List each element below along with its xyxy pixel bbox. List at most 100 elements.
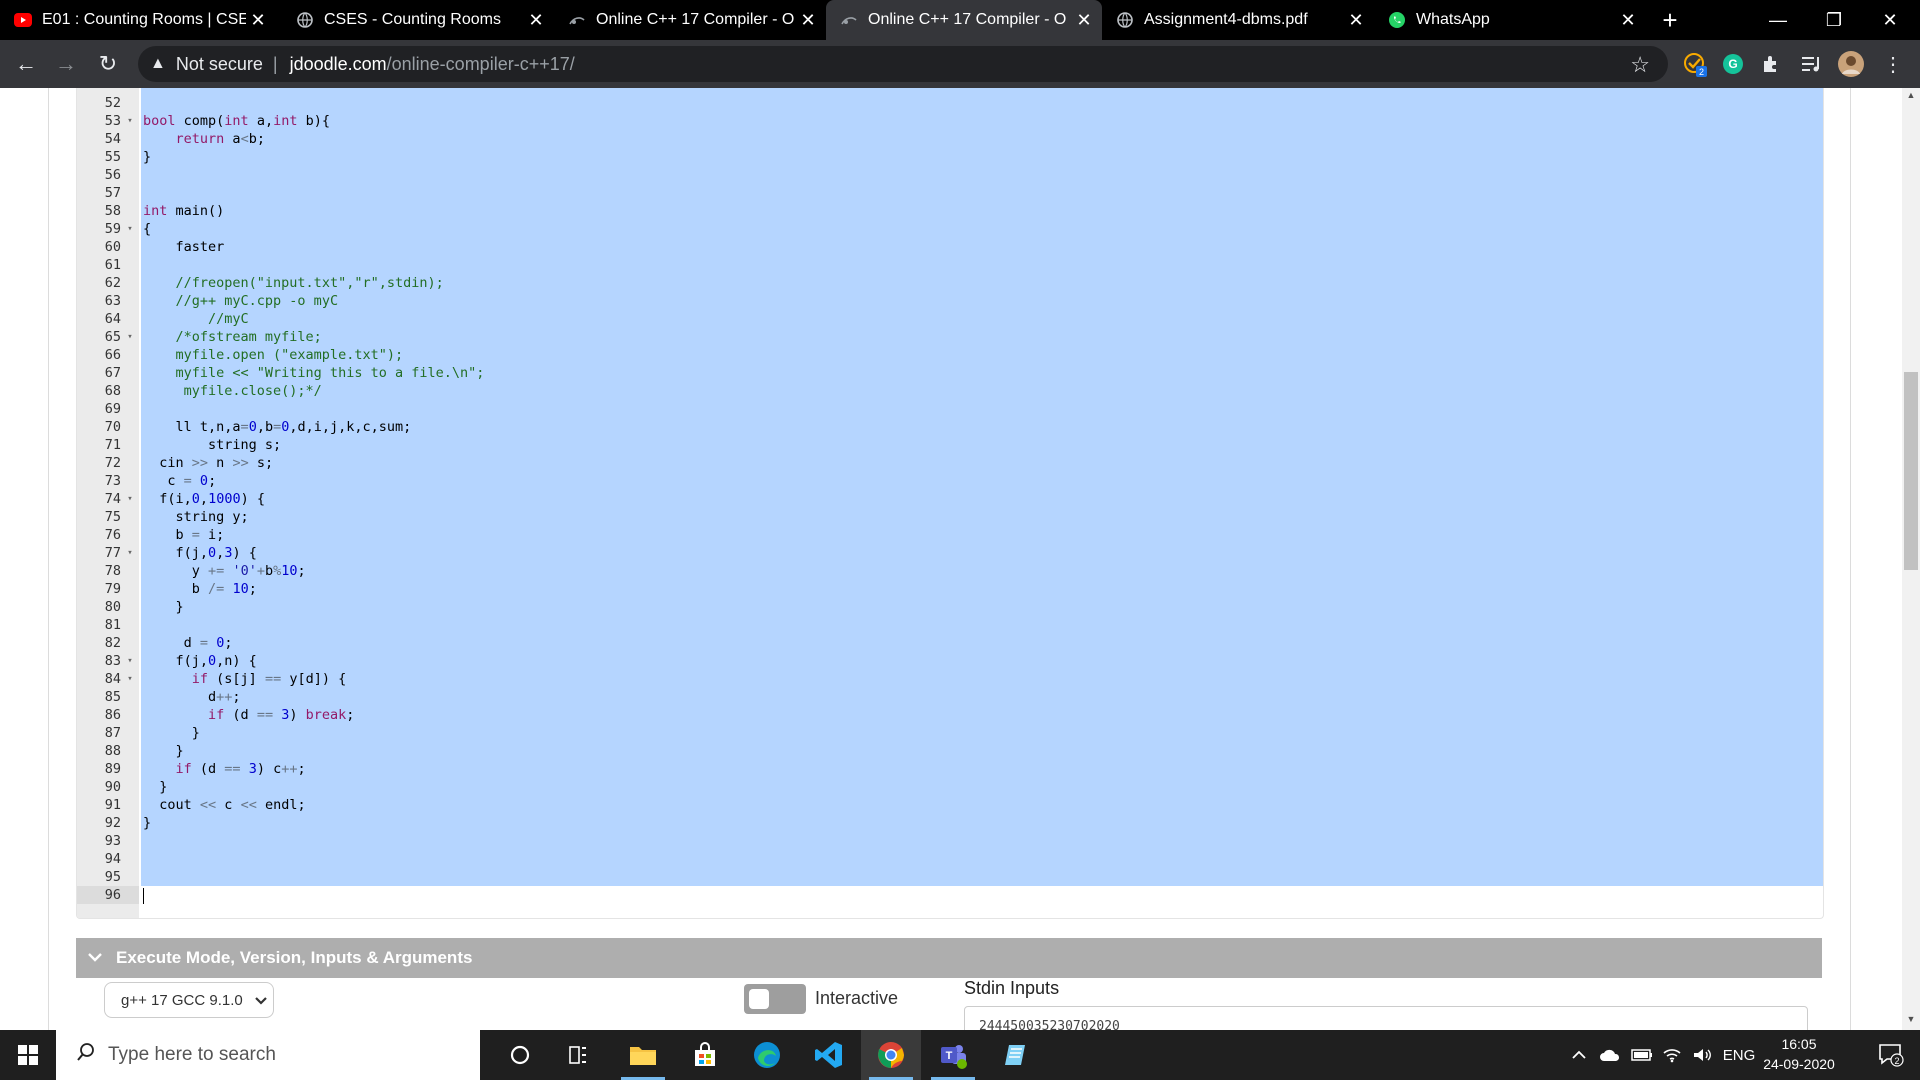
code-line[interactable]: 93: [77, 832, 1823, 850]
code-line[interactable]: 80 }: [77, 598, 1823, 616]
code-line[interactable]: 66 myfile.open ("example.txt");: [77, 346, 1823, 364]
code-line[interactable]: 82 d = 0;: [77, 634, 1823, 652]
fold-arrow-icon[interactable]: ▾: [123, 544, 137, 562]
file-explorer-icon[interactable]: [613, 1030, 673, 1080]
extensions-puzzle-icon[interactable]: [1756, 49, 1786, 79]
code-line[interactable]: 94: [77, 850, 1823, 868]
chrome-icon[interactable]: [861, 1030, 921, 1080]
code-line[interactable]: 53 ▾ bool comp(int a,int b){: [77, 112, 1823, 130]
code-line[interactable]: 85 d++;: [77, 688, 1823, 706]
page-scrollbar[interactable]: ▲ ▼: [1902, 88, 1920, 1030]
volume-icon[interactable]: [1688, 1030, 1716, 1080]
code-editor[interactable]: 52 53 ▾ bool comp(int a,int b){54 return a<…: [76, 88, 1824, 919]
code-line[interactable]: 52: [77, 94, 1823, 112]
stdin-input[interactable]: 244450035230702020: [964, 1006, 1808, 1030]
close-tab-icon[interactable]: ✕: [524, 10, 548, 31]
code-line[interactable]: 67 myfile << "Writing this to a file.\n"…: [77, 364, 1823, 382]
wifi-icon[interactable]: [1658, 1030, 1686, 1080]
back-button[interactable]: ←: [8, 40, 44, 88]
tab-jdoodle-2-active[interactable]: Online C++ 17 Compiler - O ✕: [826, 0, 1102, 40]
profile-avatar[interactable]: [1836, 49, 1866, 79]
code-line[interactable]: 91 cout << c << endl;: [77, 796, 1823, 814]
code-line[interactable]: 79 b /= 10;: [77, 580, 1823, 598]
code-line[interactable]: 60 faster: [77, 238, 1823, 256]
code-line[interactable]: 86 if (d == 3) break;: [77, 706, 1823, 724]
tab-whatsapp[interactable]: WhatsApp ✕: [1374, 0, 1646, 40]
close-tab-icon[interactable]: ✕: [246, 10, 270, 31]
execute-panel-header[interactable]: Execute Mode, Version, Inputs & Argument…: [76, 938, 1822, 978]
fold-arrow-icon[interactable]: ▾: [123, 328, 137, 346]
close-tab-icon[interactable]: ✕: [1072, 10, 1096, 31]
close-window-button[interactable]: ✕: [1862, 0, 1918, 40]
fold-arrow-icon[interactable]: ▾: [123, 220, 137, 238]
notification-center-icon[interactable]: 2: [1862, 1030, 1920, 1080]
code-line[interactable]: 92}: [77, 814, 1823, 832]
code-line[interactable]: 58 int main(): [77, 202, 1823, 220]
system-clock[interactable]: 16:05 24-09-2020: [1754, 1034, 1844, 1076]
code-line[interactable]: 62 //freopen("input.txt","r",stdin);: [77, 274, 1823, 292]
notepad-app-icon[interactable]: [985, 1030, 1045, 1080]
tab-cses-counting-rooms[interactable]: CSES - Counting Rooms ✕: [282, 0, 554, 40]
media-controls-icon[interactable]: [1796, 49, 1826, 79]
code-line[interactable]: 88 }: [77, 742, 1823, 760]
edge-icon[interactable]: [737, 1030, 797, 1080]
code-line[interactable]: 55}: [77, 148, 1823, 166]
close-tab-icon[interactable]: ✕: [1616, 10, 1640, 31]
grammarly-icon[interactable]: G: [1718, 49, 1748, 79]
todo-extension-icon[interactable]: 2: [1680, 49, 1710, 79]
battery-icon[interactable]: [1628, 1030, 1656, 1080]
scroll-down-arrow-icon[interactable]: ▼: [1902, 1014, 1920, 1030]
code-line[interactable]: 71 string s;: [77, 436, 1823, 454]
fold-arrow-icon[interactable]: ▾: [123, 670, 137, 688]
code-line[interactable]: 87 }: [77, 724, 1823, 742]
interactive-toggle[interactable]: [744, 984, 806, 1014]
code-line[interactable]: 95: [77, 868, 1823, 886]
reload-button[interactable]: ↻: [90, 40, 126, 88]
code-line[interactable]: 63 //g++ myC.cpp -o myC: [77, 292, 1823, 310]
tab-youtube-counting-rooms[interactable]: E01 : Counting Rooms | CSES ✕: [0, 0, 276, 40]
code-line[interactable]: 56: [77, 166, 1823, 184]
code-line[interactable]: 78 y += '0'+b%10;: [77, 562, 1823, 580]
code-line[interactable]: 75 string y;: [77, 508, 1823, 526]
code-line[interactable]: 74 ▾ f(i,0,1000) {: [77, 490, 1823, 508]
code-line[interactable]: 89 if (d == 3) c++;: [77, 760, 1823, 778]
compiler-version-select[interactable]: g++ 17 GCC 9.1.0: [104, 982, 274, 1018]
code-line[interactable]: 61: [77, 256, 1823, 274]
restore-button[interactable]: ❐: [1806, 0, 1862, 40]
task-view-icon[interactable]: [550, 1030, 610, 1080]
taskbar-search-box[interactable]: Type here to search: [56, 1030, 480, 1080]
security-label[interactable]: Not secure: [176, 54, 263, 75]
vscode-icon[interactable]: [799, 1030, 859, 1080]
teams-icon[interactable]: T: [923, 1030, 983, 1080]
code-line[interactable]: 76 b = i;: [77, 526, 1823, 544]
show-hidden-icons-icon[interactable]: [1566, 1030, 1592, 1080]
code-line[interactable]: 96: [77, 886, 1823, 904]
code-line[interactable]: 59 ▾ {: [77, 220, 1823, 238]
address-bar[interactable]: ▲ Not secure | jdoodle.com/online-compil…: [138, 46, 1668, 82]
close-tab-icon[interactable]: ✕: [1344, 10, 1368, 31]
code-line[interactable]: 73 c = 0;: [77, 472, 1823, 490]
cortana-icon[interactable]: [490, 1030, 550, 1080]
scrollbar-thumb[interactable]: [1904, 372, 1918, 570]
code-line[interactable]: 65 ▾ /*ofstream myfile;: [77, 328, 1823, 346]
code-line[interactable]: 68 myfile.close();*/: [77, 382, 1823, 400]
code-line[interactable]: 81: [77, 616, 1823, 634]
close-tab-icon[interactable]: ✕: [796, 10, 820, 31]
new-tab-button[interactable]: +: [1652, 0, 1688, 40]
fold-arrow-icon[interactable]: ▾: [123, 112, 137, 130]
code-line[interactable]: 84 ▾ if (s[j] == y[d]) {: [77, 670, 1823, 688]
forward-button[interactable]: →: [48, 40, 84, 88]
chrome-menu-icon[interactable]: ⋮: [1878, 49, 1908, 79]
microsoft-store-icon[interactable]: [675, 1030, 735, 1080]
bookmark-star-icon[interactable]: ☆: [1630, 52, 1650, 78]
windows-start-button[interactable]: [0, 1030, 56, 1080]
code-line[interactable]: 64 //myC: [77, 310, 1823, 328]
onedrive-icon[interactable]: [1596, 1030, 1624, 1080]
minimize-button[interactable]: —: [1750, 0, 1806, 40]
code-line[interactable]: 72 cin >> n >> s;: [77, 454, 1823, 472]
tab-assignment-pdf[interactable]: Assignment4-dbms.pdf ✕: [1102, 0, 1374, 40]
code-line[interactable]: 90 }: [77, 778, 1823, 796]
code-line[interactable]: 54 return a<b;: [77, 130, 1823, 148]
tab-jdoodle-1[interactable]: Online C++ 17 Compiler - O ✕: [554, 0, 826, 40]
code-line[interactable]: 57: [77, 184, 1823, 202]
